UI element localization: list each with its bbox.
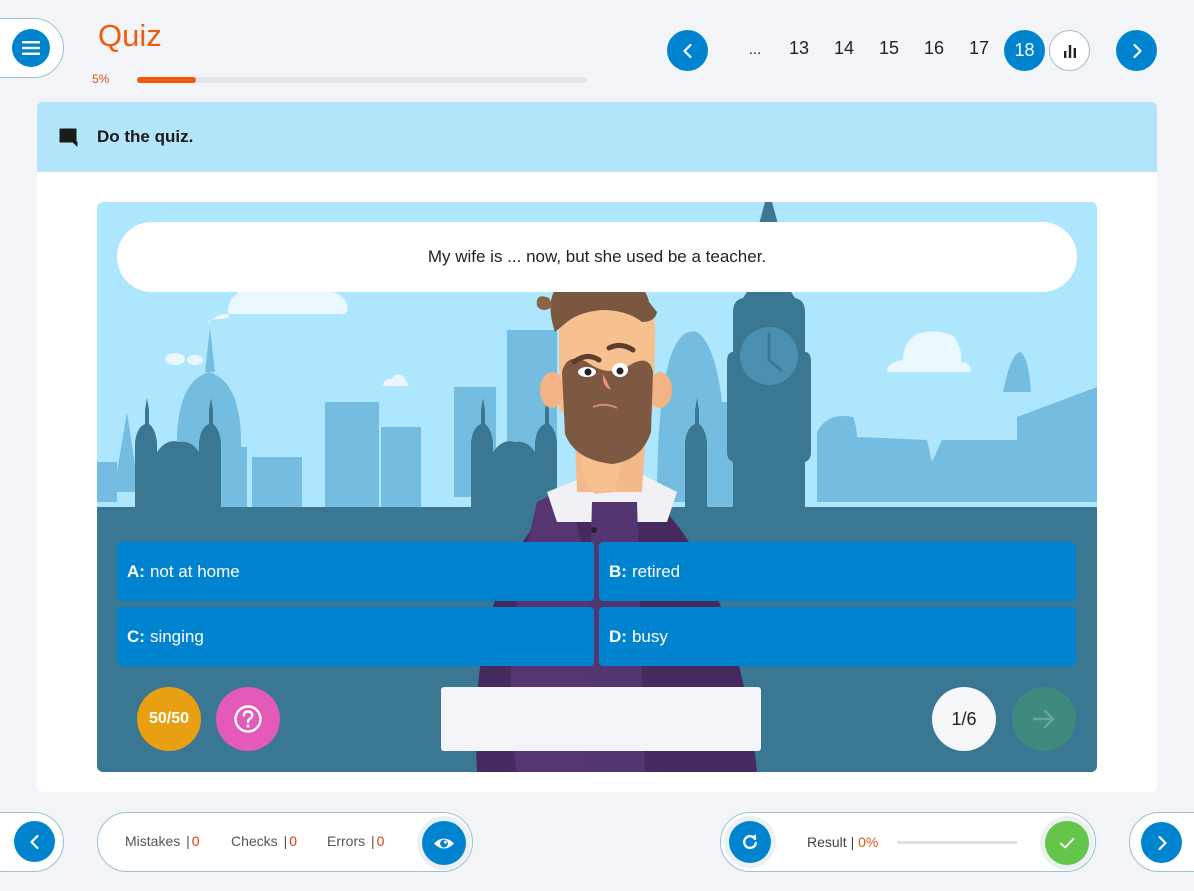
menu-button[interactable]: [12, 29, 50, 67]
answer-text: singing: [149, 626, 204, 646]
answer-letter: D:: [609, 626, 627, 646]
chevron-right-icon: [1132, 43, 1142, 58]
question-text: My wife is ... now, but she used be a te…: [117, 222, 1077, 292]
eye-icon: [433, 837, 455, 849]
check-answers-button[interactable]: [1045, 821, 1089, 865]
stats-button[interactable]: [1049, 30, 1090, 71]
hint-button[interactable]: [216, 687, 280, 751]
answer-letter: B:: [609, 561, 627, 581]
answer-text: retired: [631, 561, 681, 581]
prev-page-button[interactable]: [667, 30, 708, 71]
result-separator: |: [850, 834, 855, 850]
question-counter: 1/6: [932, 687, 996, 751]
refresh-icon: [743, 834, 758, 850]
result-value: 0%: [858, 834, 879, 850]
feedback-box: [441, 687, 761, 751]
stat-value: 0: [289, 833, 298, 849]
chevron-right-icon: [1157, 835, 1167, 850]
stat-separator: |: [371, 833, 375, 849]
pager-item-13[interactable]: 13: [784, 38, 814, 59]
quiz-stage: My wife is ... now, but she used be a te…: [97, 202, 1097, 772]
result-progress-bar: [897, 841, 1017, 844]
question-circle-icon: [234, 705, 262, 733]
pager-item-15[interactable]: 15: [874, 38, 904, 59]
reset-button[interactable]: [729, 821, 771, 863]
checks-stat: Checks | 0: [231, 833, 297, 849]
instruction-bar: Do the quiz.: [37, 102, 1157, 172]
quiz-card: Do the quiz. My wife is ... now, but she…: [37, 102, 1157, 792]
hamburger-menu-icon: [22, 41, 40, 55]
result-label: Result | 0%: [807, 834, 878, 850]
stat-label: Checks: [231, 833, 278, 849]
show-answers-button[interactable]: [422, 821, 466, 865]
errors-stat: Errors | 0: [327, 833, 384, 849]
answer-option-c[interactable]: C: singing: [117, 607, 594, 666]
instruction-text: Do the quiz.: [97, 127, 194, 146]
stat-separator: |: [186, 833, 190, 849]
result-text: Result: [807, 834, 847, 850]
pager-item-current[interactable]: 18: [1004, 30, 1045, 71]
stat-separator: |: [283, 833, 288, 849]
stat-value: 0: [191, 833, 200, 849]
page-title: Quiz: [98, 18, 162, 53]
progress-label: 5%: [92, 72, 110, 86]
progress-bar: [137, 77, 587, 83]
progress-fill: [137, 77, 196, 83]
back-button[interactable]: [14, 821, 55, 862]
answer-letter: C:: [127, 626, 145, 646]
stat-label: Mistakes: [125, 833, 181, 849]
answer-option-d[interactable]: D: busy: [599, 607, 1076, 666]
stat-label: Errors: [327, 833, 366, 849]
answer-text: not at home: [149, 561, 240, 581]
pager-item-14[interactable]: 14: [829, 38, 859, 59]
answer-letter: A:: [127, 561, 145, 581]
pager-ellipsis[interactable]: ...: [740, 41, 770, 58]
chevron-left-icon: [682, 43, 692, 58]
pager-item-16[interactable]: 16: [919, 38, 949, 59]
pager-item-17[interactable]: 17: [964, 38, 994, 59]
answer-option-a[interactable]: A: not at home: [117, 542, 594, 601]
forward-button[interactable]: [1141, 822, 1182, 863]
chevron-left-icon: [29, 834, 39, 849]
answer-option-b[interactable]: B: retired: [599, 542, 1076, 601]
next-page-button[interactable]: [1116, 30, 1157, 71]
arrow-right-icon: [1032, 709, 1055, 729]
speech-bubble-icon: [59, 128, 78, 147]
stat-value: 0: [376, 833, 385, 849]
answer-text: busy: [631, 626, 668, 646]
next-question-button[interactable]: [1012, 687, 1076, 751]
mistakes-stat: Mistakes | 0: [125, 833, 200, 849]
bar-chart-icon: [1063, 44, 1076, 58]
checkmark-icon: [1059, 838, 1075, 849]
fifty-fifty-button[interactable]: 50/50: [137, 687, 201, 751]
